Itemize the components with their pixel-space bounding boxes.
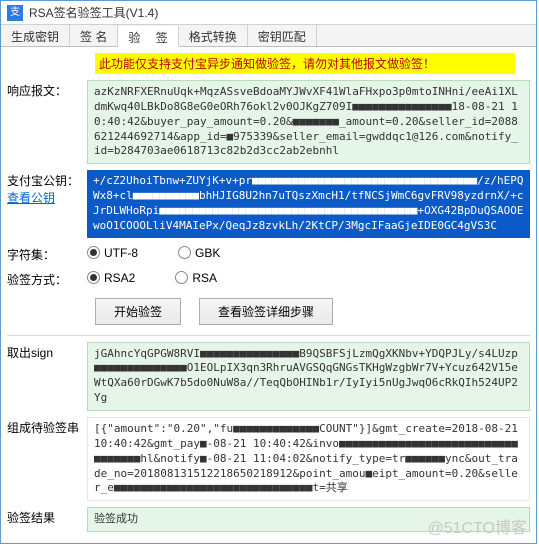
tab-key-match[interactable]: 密钥匹配 [248,25,317,46]
pending-string-box[interactable]: [{"amount":"0.20","fu■■■■■■■■■■■■■COUNT"… [87,417,530,501]
tab-bar: 生成密钥 签 名 验 签 格式转换 密钥匹配 [1,25,536,47]
window-title: RSA签名验签工具(V1.4) [29,4,158,21]
view-key-link[interactable]: 查看公钥 [7,189,87,206]
label-charset: 字符集： [7,244,87,263]
radio-dot-icon [87,271,100,284]
radio-dot-icon [175,271,188,284]
label-pending-string: 组成待验签串 [7,417,87,436]
label-verify-method: 验签方式： [7,269,87,288]
start-verify-button[interactable]: 开始验签 [95,298,181,325]
radio-utf8[interactable]: UTF-8 [87,246,138,260]
tab-sign[interactable]: 签 名 [70,25,118,46]
label-result: 验签结果 [7,507,87,526]
radio-rsa[interactable]: RSA [175,271,217,285]
notice-banner: 此功能仅支持支付宝异步通知做验签，请勿对其他报文做验签！ [95,53,515,74]
radio-gbk[interactable]: GBK [178,246,220,260]
extract-sign-box[interactable]: jGAhncYqGPGW8RVI■■■■■■■■■■■■■■■B9QSBFSjL… [87,342,530,411]
view-detail-button[interactable]: 查看验签详细步骤 [199,298,333,325]
titlebar: 支 RSA签名验签工具(V1.4) [1,1,536,25]
tab-generate-key[interactable]: 生成密钥 [1,25,70,46]
alipay-key-box[interactable]: +/cZ2UhoiTbnw+ZUYjK+v+pr■■■■■■■■■■■■■■■■… [87,170,530,237]
tab-format[interactable]: 格式转换 [179,25,248,46]
label-response: 响应报文： [7,80,87,99]
tab-verify[interactable]: 验 签 [118,26,178,47]
watermark: @51CTO博客 [427,514,527,538]
app-icon: 支 [7,5,23,21]
response-text-box[interactable]: azKzNRFXERnuUqk+MqzASsveBdoaMYJWvXF41Wla… [87,80,530,164]
radio-dot-icon [178,246,191,259]
radio-rsa2[interactable]: RSA2 [87,271,135,285]
label-alipay-key: 支付宝公钥： [7,174,79,188]
label-extract-sign: 取出sign [7,342,87,361]
radio-dot-icon [87,246,100,259]
